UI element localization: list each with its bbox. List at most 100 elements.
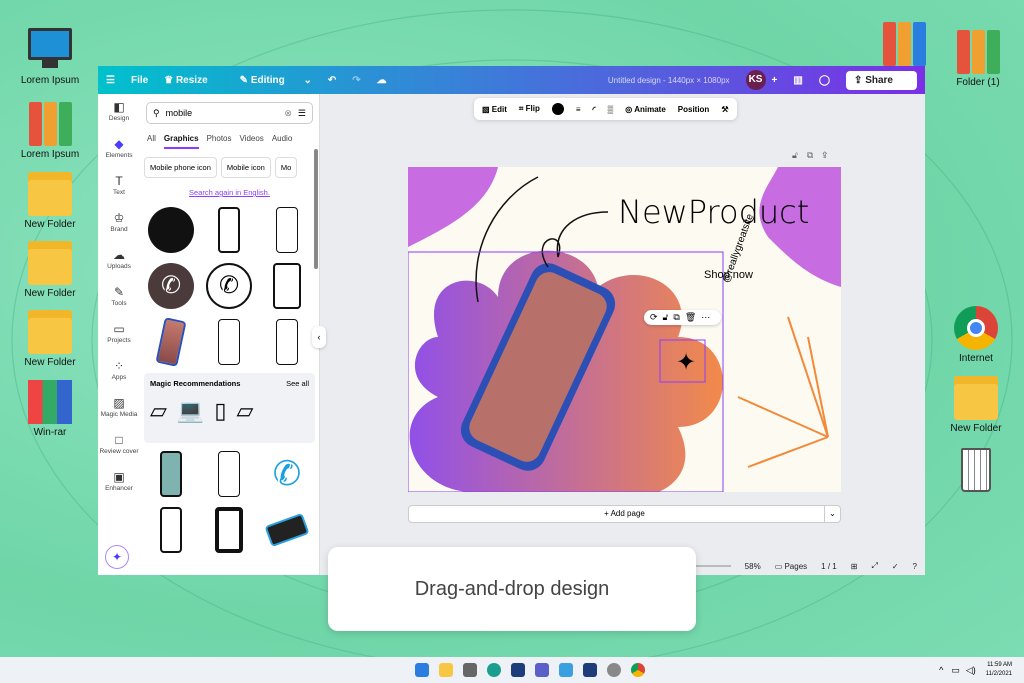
position-button[interactable]: Position <box>678 105 710 114</box>
filter-icon[interactable]: ☰ <box>298 108 306 119</box>
see-all-link[interactable]: See all <box>286 379 309 388</box>
rail-magic-media[interactable]: ▨ Magic Media <box>98 390 140 427</box>
camera-icon[interactable] <box>463 663 477 677</box>
store-icon[interactable] <box>511 663 525 677</box>
desktop-icon-lorem-ipsum[interactable]: Lorem Ipsum <box>12 28 88 86</box>
chip-mobile-icon[interactable]: Mobile icon <box>220 157 271 178</box>
settings-icon[interactable] <box>607 663 621 677</box>
graphic-phone-photo[interactable] <box>146 317 196 367</box>
design-page[interactable]: ✦ NewProduct Shop now @reallygreatsite ⟳… <box>408 167 841 492</box>
help-icon[interactable]: ? <box>913 562 917 571</box>
graphic-call-outline[interactable]: ✆ <box>204 261 254 311</box>
tab-videos[interactable]: Videos <box>239 134 263 149</box>
rail-projects[interactable]: ▭ Projects <box>98 316 140 353</box>
desktop-folder-2[interactable]: New Folder <box>12 241 88 299</box>
rail-uploads[interactable]: ☁ Uploads <box>98 242 140 279</box>
copy-style-icon[interactable]: ⚒ <box>721 105 728 114</box>
color-swatch[interactable] <box>551 103 564 115</box>
search-input[interactable]: ⚲ mobile ⊗ ☰ <box>146 102 313 124</box>
corner-rounding-icon[interactable]: ◜ <box>593 105 596 114</box>
more-icon[interactable]: ⋯ <box>701 312 715 322</box>
transparency-icon[interactable]: ▒ <box>608 105 614 114</box>
graphic-call-blue[interactable]: ✆ <box>262 449 312 499</box>
search-english-link[interactable]: Search again in English. <box>140 188 319 197</box>
chevron-down-icon[interactable]: ⌄ <box>824 506 840 522</box>
share-button[interactable]: ⇪ Share <box>846 70 917 90</box>
chip-more[interactable]: Mo <box>274 157 298 178</box>
editing-dropdown[interactable]: ✎ Editing ⌄ <box>240 75 312 86</box>
graphic-phone-thin[interactable] <box>204 317 254 367</box>
line-weight-icon[interactable]: ≡ <box>576 105 581 114</box>
desktop-folder-3[interactable]: New Folder <box>12 310 88 368</box>
menu-icon[interactable]: ☰ <box>106 75 115 86</box>
magic-assistant-button[interactable]: ✦ <box>105 545 129 569</box>
graphic-phone-bold[interactable] <box>204 505 254 555</box>
edge-icon[interactable] <box>487 663 501 677</box>
rail-review-cover[interactable]: □ Review cover <box>98 427 140 464</box>
animate-button[interactable]: ◎ Animate <box>625 105 665 114</box>
tray-chevron-icon[interactable]: ^ <box>939 665 943 675</box>
check-icon[interactable]: ✓ <box>892 562 899 571</box>
comment-icon[interactable]: ◯ <box>819 75 830 86</box>
undo-icon[interactable]: ↶ <box>328 75 336 86</box>
file-explorer-icon[interactable] <box>439 663 453 677</box>
desktop-icon-lorem-ipsum-2[interactable]: Lorem Ipsum <box>12 102 88 160</box>
add-page-icon[interactable]: ⇪ <box>822 150 836 160</box>
teams-icon[interactable] <box>535 663 549 677</box>
add-page-button[interactable]: + Add page ⌄ <box>408 505 841 523</box>
redo-icon[interactable]: ↷ <box>352 75 360 86</box>
rail-tools[interactable]: ✎ Tools <box>98 279 140 316</box>
recommendation-thumbnails[interactable]: ▱ 💻 ▯ ▱ <box>150 398 309 424</box>
volume-icon[interactable]: ◁) <box>966 665 976 676</box>
page-count[interactable]: 1 / 1 <box>821 562 837 571</box>
add-collaborator-icon[interactable]: + <box>772 75 778 86</box>
desktop-folder-right[interactable]: New Folder <box>938 376 1014 434</box>
avatar[interactable]: KS <box>745 70 766 90</box>
duplicate-icon[interactable]: ⧉ <box>807 150 822 160</box>
desktop-icon-internet[interactable]: Internet <box>938 306 1014 364</box>
desktop-folder-1[interactable]: New Folder <box>12 172 88 230</box>
clear-icon[interactable]: ⊗ <box>284 108 292 119</box>
graphic-phone-classic[interactable] <box>262 261 312 311</box>
binder-app-icon[interactable] <box>583 663 597 677</box>
panel-scrollbar[interactable] <box>314 149 318 269</box>
edit-button[interactable]: ▧ Edit <box>482 105 507 114</box>
file-menu[interactable]: File <box>131 75 148 86</box>
tab-photos[interactable]: Photos <box>207 134 232 149</box>
graphic-phone-outline-3[interactable] <box>204 449 254 499</box>
graphic-call-circle[interactable]: ✆ <box>146 261 196 311</box>
rail-brand[interactable]: ♔ Brand <box>98 205 140 242</box>
rail-design[interactable]: ◧ Design <box>98 94 140 131</box>
graphic-phone-lockscreen[interactable] <box>146 449 196 499</box>
flip-button[interactable]: ⌗ Flip <box>519 104 540 114</box>
paint-icon[interactable] <box>559 663 573 677</box>
graphic-phone-thin-2[interactable] <box>262 317 312 367</box>
rail-elements[interactable]: ◆ Elements <box>98 131 140 168</box>
delete-icon[interactable]: 🗑︎ <box>685 312 701 322</box>
desktop-icon-folder-1[interactable]: Folder (1) <box>940 30 1016 88</box>
headline-text[interactable]: NewProduct <box>618 193 809 231</box>
lock-icon[interactable]: 🔓︎ <box>792 150 807 160</box>
chip-mobile-phone-icon[interactable]: Mobile phone icon <box>144 157 217 178</box>
desktop-recycle-bin[interactable] <box>938 448 1014 495</box>
clock[interactable]: 11:59 AM 11/2/2021 <box>986 661 1012 679</box>
graphic-phone-outline[interactable] <box>262 205 312 255</box>
lock-icon[interactable]: 🔓︎ <box>663 312 674 322</box>
graphic-phone-circle[interactable] <box>146 205 196 255</box>
chrome-icon[interactable] <box>631 663 645 677</box>
insights-icon[interactable]: ▥ <box>793 75 802 86</box>
tab-audio[interactable]: Audio <box>272 134 292 149</box>
desktop-icon-winrar[interactable]: Win-rar <box>12 380 88 438</box>
rail-apps[interactable]: ⁘ Apps <box>98 353 140 390</box>
fullscreen-icon[interactable]: ⤢ <box>871 561 877 571</box>
rail-text[interactable]: T Text <box>98 168 140 205</box>
tab-all[interactable]: All <box>147 134 156 149</box>
graphic-phone-black[interactable] <box>146 505 196 555</box>
tab-graphics[interactable]: Graphics <box>163 134 199 149</box>
duplicate-icon[interactable]: ⧉ <box>673 312 684 322</box>
rotate-icon[interactable]: ⟳ <box>650 312 663 322</box>
pages-button[interactable]: ▭ Pages <box>775 562 807 571</box>
start-icon[interactable] <box>415 663 429 677</box>
graphic-phone-3d[interactable] <box>262 505 312 555</box>
desktop-icon-binders[interactable] <box>866 22 942 69</box>
